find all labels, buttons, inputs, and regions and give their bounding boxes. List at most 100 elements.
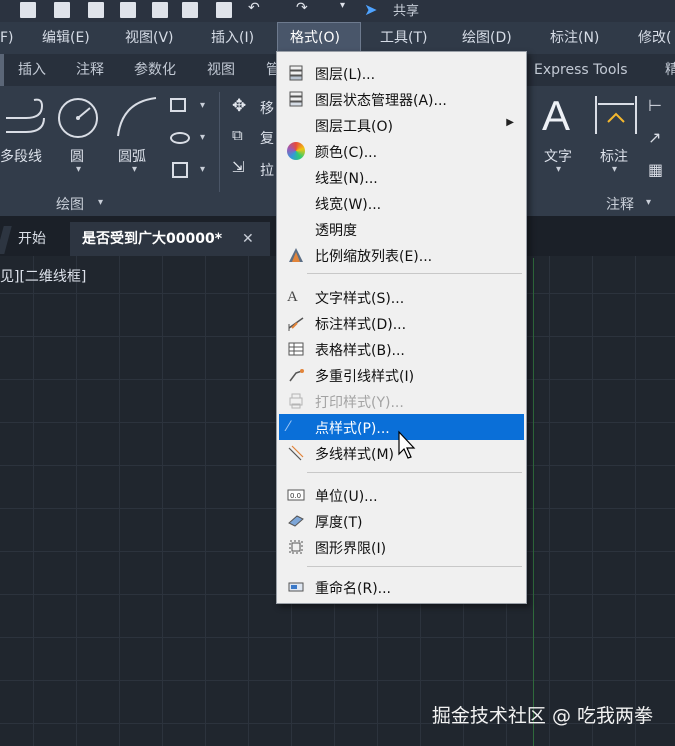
ellipse-icon[interactable]	[170, 132, 190, 144]
panel-divider	[219, 92, 220, 192]
ellipse-dropdown-icon[interactable]: ▾	[200, 132, 205, 143]
stretch-icon[interactable]: ⇲	[232, 158, 245, 176]
menu-edit[interactable]: 编辑(E)	[42, 22, 90, 54]
menu-dimension[interactable]: 标注(N)	[550, 22, 599, 54]
share-button[interactable]: 共享	[393, 0, 419, 19]
send-icon[interactable]: ➤	[364, 0, 377, 19]
menu-item-multileader-style[interactable]: 多重引线样式(I)	[279, 362, 524, 388]
start-tab[interactable]: 开始	[18, 222, 46, 256]
hatch-icon[interactable]	[172, 162, 188, 178]
menu-modify[interactable]: 修改(	[638, 22, 671, 54]
open-file-icon[interactable]	[54, 2, 70, 18]
menu-insert[interactable]: 插入(I)	[211, 22, 254, 54]
dim-style-icon	[288, 317, 304, 331]
stretch-label-partial[interactable]: 拉	[260, 160, 274, 180]
tab-view[interactable]: 视图	[207, 54, 235, 86]
menu-item-layer-tools[interactable]: 图层工具(O) ▶	[279, 112, 524, 138]
circle-icon[interactable]	[56, 96, 100, 140]
text-tool-label[interactable]: 文字	[544, 146, 572, 166]
text-tool-dropdown-icon[interactable]: ▾	[556, 164, 561, 175]
mouse-cursor-icon	[398, 430, 416, 459]
customize-dropdown-icon[interactable]: ▾	[340, 0, 345, 11]
linear-dim-icon[interactable]: ⊢	[648, 96, 662, 115]
viewport-controls[interactable]: 见][二维线框]	[0, 266, 86, 286]
publish-icon[interactable]	[152, 2, 168, 18]
circle-label[interactable]: 圆	[70, 146, 84, 166]
close-icon[interactable]: ✕	[242, 222, 254, 256]
redo-icon[interactable]: ↷	[296, 0, 308, 16]
hatch-dropdown-icon[interactable]: ▾	[200, 164, 205, 175]
point-style-icon: ⁄	[287, 419, 290, 435]
move-label-partial[interactable]: 移	[260, 98, 274, 118]
tab-edge	[0, 226, 12, 254]
save-icon[interactable]	[88, 2, 104, 18]
menu-item-linetype[interactable]: 线型(N)...	[279, 164, 524, 190]
rectangle-dropdown-icon[interactable]: ▾	[200, 100, 205, 111]
new-file-icon[interactable]	[20, 2, 36, 18]
menu-item-layer-state-manager[interactable]: 图层状态管理器(A)...	[279, 86, 524, 112]
menu-item-dimension-style[interactable]: 标注样式(D)...	[279, 310, 524, 336]
tab-parametric[interactable]: 参数化	[134, 54, 176, 86]
menu-item-layer[interactable]: 图层(L)...	[279, 60, 524, 86]
polyline-label[interactable]: 多段线	[0, 146, 42, 166]
plot-icon[interactable]	[182, 2, 198, 18]
menu-format[interactable]: 格式(O)	[277, 22, 361, 54]
menu-tools[interactable]: 工具(T)	[380, 22, 427, 54]
menu-view[interactable]: 视图(V)	[125, 22, 174, 54]
rectangle-icon[interactable]	[170, 98, 186, 112]
menu-item-plot-style: 打印样式(Y)...	[279, 388, 524, 414]
tab-express-tools[interactable]: Express Tools	[534, 54, 628, 86]
menu-item-transparency[interactable]: 透明度	[279, 216, 524, 242]
copy-icon[interactable]: ⧉	[232, 126, 243, 144]
dimension-tool-dropdown-icon[interactable]: ▾	[612, 164, 617, 175]
menu-separator	[307, 566, 522, 567]
menu-item-thickness[interactable]: 厚度(T)	[279, 508, 524, 534]
menu-item-table-style[interactable]: 表格样式(B)...	[279, 336, 524, 362]
menu-item-units[interactable]: 0.0 单位(U)...	[279, 482, 524, 508]
menu-draw[interactable]: 绘图(D)	[462, 22, 512, 54]
layer-icon	[289, 65, 303, 81]
circle-dropdown-icon[interactable]: ▾	[76, 164, 81, 175]
move-icon[interactable]: ✥	[232, 96, 246, 116]
drawing-limits-icon	[289, 540, 303, 554]
annotation-panel-title[interactable]: 注释	[606, 194, 634, 214]
color-wheel-icon	[287, 142, 305, 160]
autocad-window: ↶ ↷ ▾ ➤ 共享 F) 编辑(E) 视图(V) 插入(I) 格式(O) 工具…	[0, 0, 675, 746]
leader-icon[interactable]: ↗	[648, 128, 661, 147]
y-axis-line	[533, 258, 534, 746]
quick-access-toolbar: ↶ ↷ ▾ ➤ 共享	[0, 0, 675, 22]
text-tool-icon[interactable]: A	[542, 92, 570, 140]
menu-file[interactable]: F)	[0, 22, 14, 54]
plot-style-icon	[289, 393, 303, 409]
menu-item-drawing-limits[interactable]: 图形界限(I)	[279, 534, 524, 560]
print-icon[interactable]	[216, 2, 232, 18]
arc-icon[interactable]	[114, 94, 160, 140]
draw-panel-expand-icon[interactable]: ▾	[98, 197, 103, 208]
copy-label-partial[interactable]: 复	[260, 128, 274, 148]
tab-annotate[interactable]: 注释	[76, 54, 104, 86]
table-icon[interactable]: ▦	[648, 160, 663, 179]
menu-item-color[interactable]: 颜色(C)...	[279, 138, 524, 164]
dimension-tool-icon[interactable]	[594, 94, 638, 138]
menu-item-lineweight[interactable]: 线宽(W)...	[279, 190, 524, 216]
polyline-icon[interactable]	[4, 98, 50, 138]
ribbon-tab-edge	[0, 54, 4, 86]
format-menu-dropdown: 图层(L)... 图层状态管理器(A)... 图层工具(O) ▶ 颜色(C)..…	[276, 51, 527, 604]
undo-icon[interactable]: ↶	[248, 0, 260, 16]
menu-item-text-style[interactable]: A 文字样式(S)...	[279, 284, 524, 310]
tab-featured[interactable]: 精	[665, 54, 675, 86]
arc-dropdown-icon[interactable]: ▾	[132, 164, 137, 175]
tab-insert[interactable]: 插入	[18, 54, 46, 86]
dimension-tool-label[interactable]: 标注	[600, 146, 628, 166]
arc-label[interactable]: 圆弧	[118, 146, 146, 166]
draw-panel-title[interactable]: 绘图	[56, 194, 84, 214]
drawing-tab[interactable]: 是否受到广大00000* ✕	[70, 222, 270, 256]
save-as-icon[interactable]	[120, 2, 136, 18]
layer-state-icon	[289, 91, 303, 107]
thickness-icon	[288, 515, 304, 527]
text-style-icon: A	[287, 289, 298, 305]
menu-item-rename[interactable]: 重命名(R)...	[279, 574, 524, 600]
annotation-panel-expand-icon[interactable]: ▾	[646, 197, 651, 208]
multiline-style-icon	[288, 445, 304, 461]
menu-item-scale-list[interactable]: 比例缩放列表(E)...	[279, 242, 524, 268]
